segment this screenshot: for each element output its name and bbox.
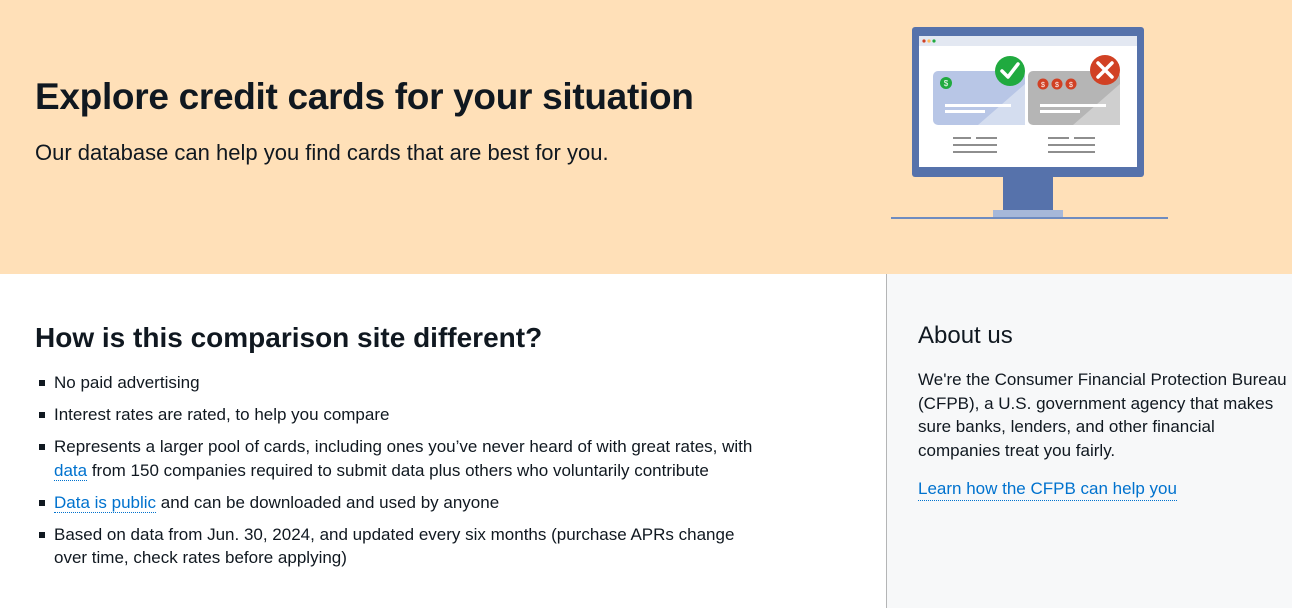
monitor-illustration: $ $ $ $ <box>891 27 1168 219</box>
learn-cfpb-link[interactable]: Learn how the CFPB can help you <box>918 477 1177 501</box>
x-icon <box>1090 55 1120 85</box>
list-item: Interest rates are rated, to help you co… <box>35 403 755 427</box>
comparison-heading: How is this comparison site different? <box>35 322 543 353</box>
desk-line <box>891 217 1168 219</box>
data-is-public-link[interactable]: Data is public <box>54 492 157 513</box>
window-dot-icon <box>927 39 931 43</box>
list-item: No paid advertising <box>35 371 755 395</box>
svg-text:$: $ <box>1055 82 1059 89</box>
comparison-section: How is this comparison site different? N… <box>0 274 886 608</box>
svg-text:$: $ <box>1069 82 1073 89</box>
bullet-icon <box>39 380 45 386</box>
data-link[interactable]: data <box>54 460 88 481</box>
list-item: Represents a larger pool of cards, inclu… <box>35 435 755 482</box>
svg-text:$: $ <box>944 79 949 88</box>
list-item: Data is public and can be downloaded and… <box>35 491 755 515</box>
about-body: We're the Consumer Financial Protection … <box>918 370 1287 460</box>
window-dot-icon <box>922 39 926 43</box>
page-subtitle: Our database can help you find cards tha… <box>35 140 609 165</box>
list-item-text: Based on data from Jun. 30, 2024, and up… <box>54 524 735 568</box>
bullet-icon <box>39 412 45 418</box>
about-sidebar: About us We're the Consumer Financial Pr… <box>886 274 1292 608</box>
list-item-text: and can be downloaded and used by anyone <box>156 492 500 512</box>
browser-bar <box>919 36 1137 46</box>
bullet-icon <box>39 499 45 506</box>
list-item: Based on data from Jun. 30, 2024, and up… <box>35 523 755 570</box>
about-heading: About us <box>918 322 1013 349</box>
list-item-text: from 150 companies required to submit da… <box>87 460 709 480</box>
bullet-icon <box>39 531 45 538</box>
page-title: Explore credit cards for your situation <box>35 76 694 117</box>
monitor-stand <box>1003 176 1053 212</box>
hero-banner: Explore credit cards for your situation … <box>0 0 1292 274</box>
svg-text:$: $ <box>1041 82 1045 89</box>
bullet-icon <box>39 444 45 450</box>
monitor-base <box>993 210 1063 217</box>
list-item-text: Interest rates are rated, to help you co… <box>54 405 390 424</box>
list-item-text: Represents a larger pool of cards, inclu… <box>54 437 753 456</box>
check-icon <box>995 56 1025 86</box>
feature-list: No paid advertising Interest rates are r… <box>35 371 755 578</box>
window-dot-icon <box>932 39 936 43</box>
list-item-text: No paid advertising <box>54 373 200 392</box>
